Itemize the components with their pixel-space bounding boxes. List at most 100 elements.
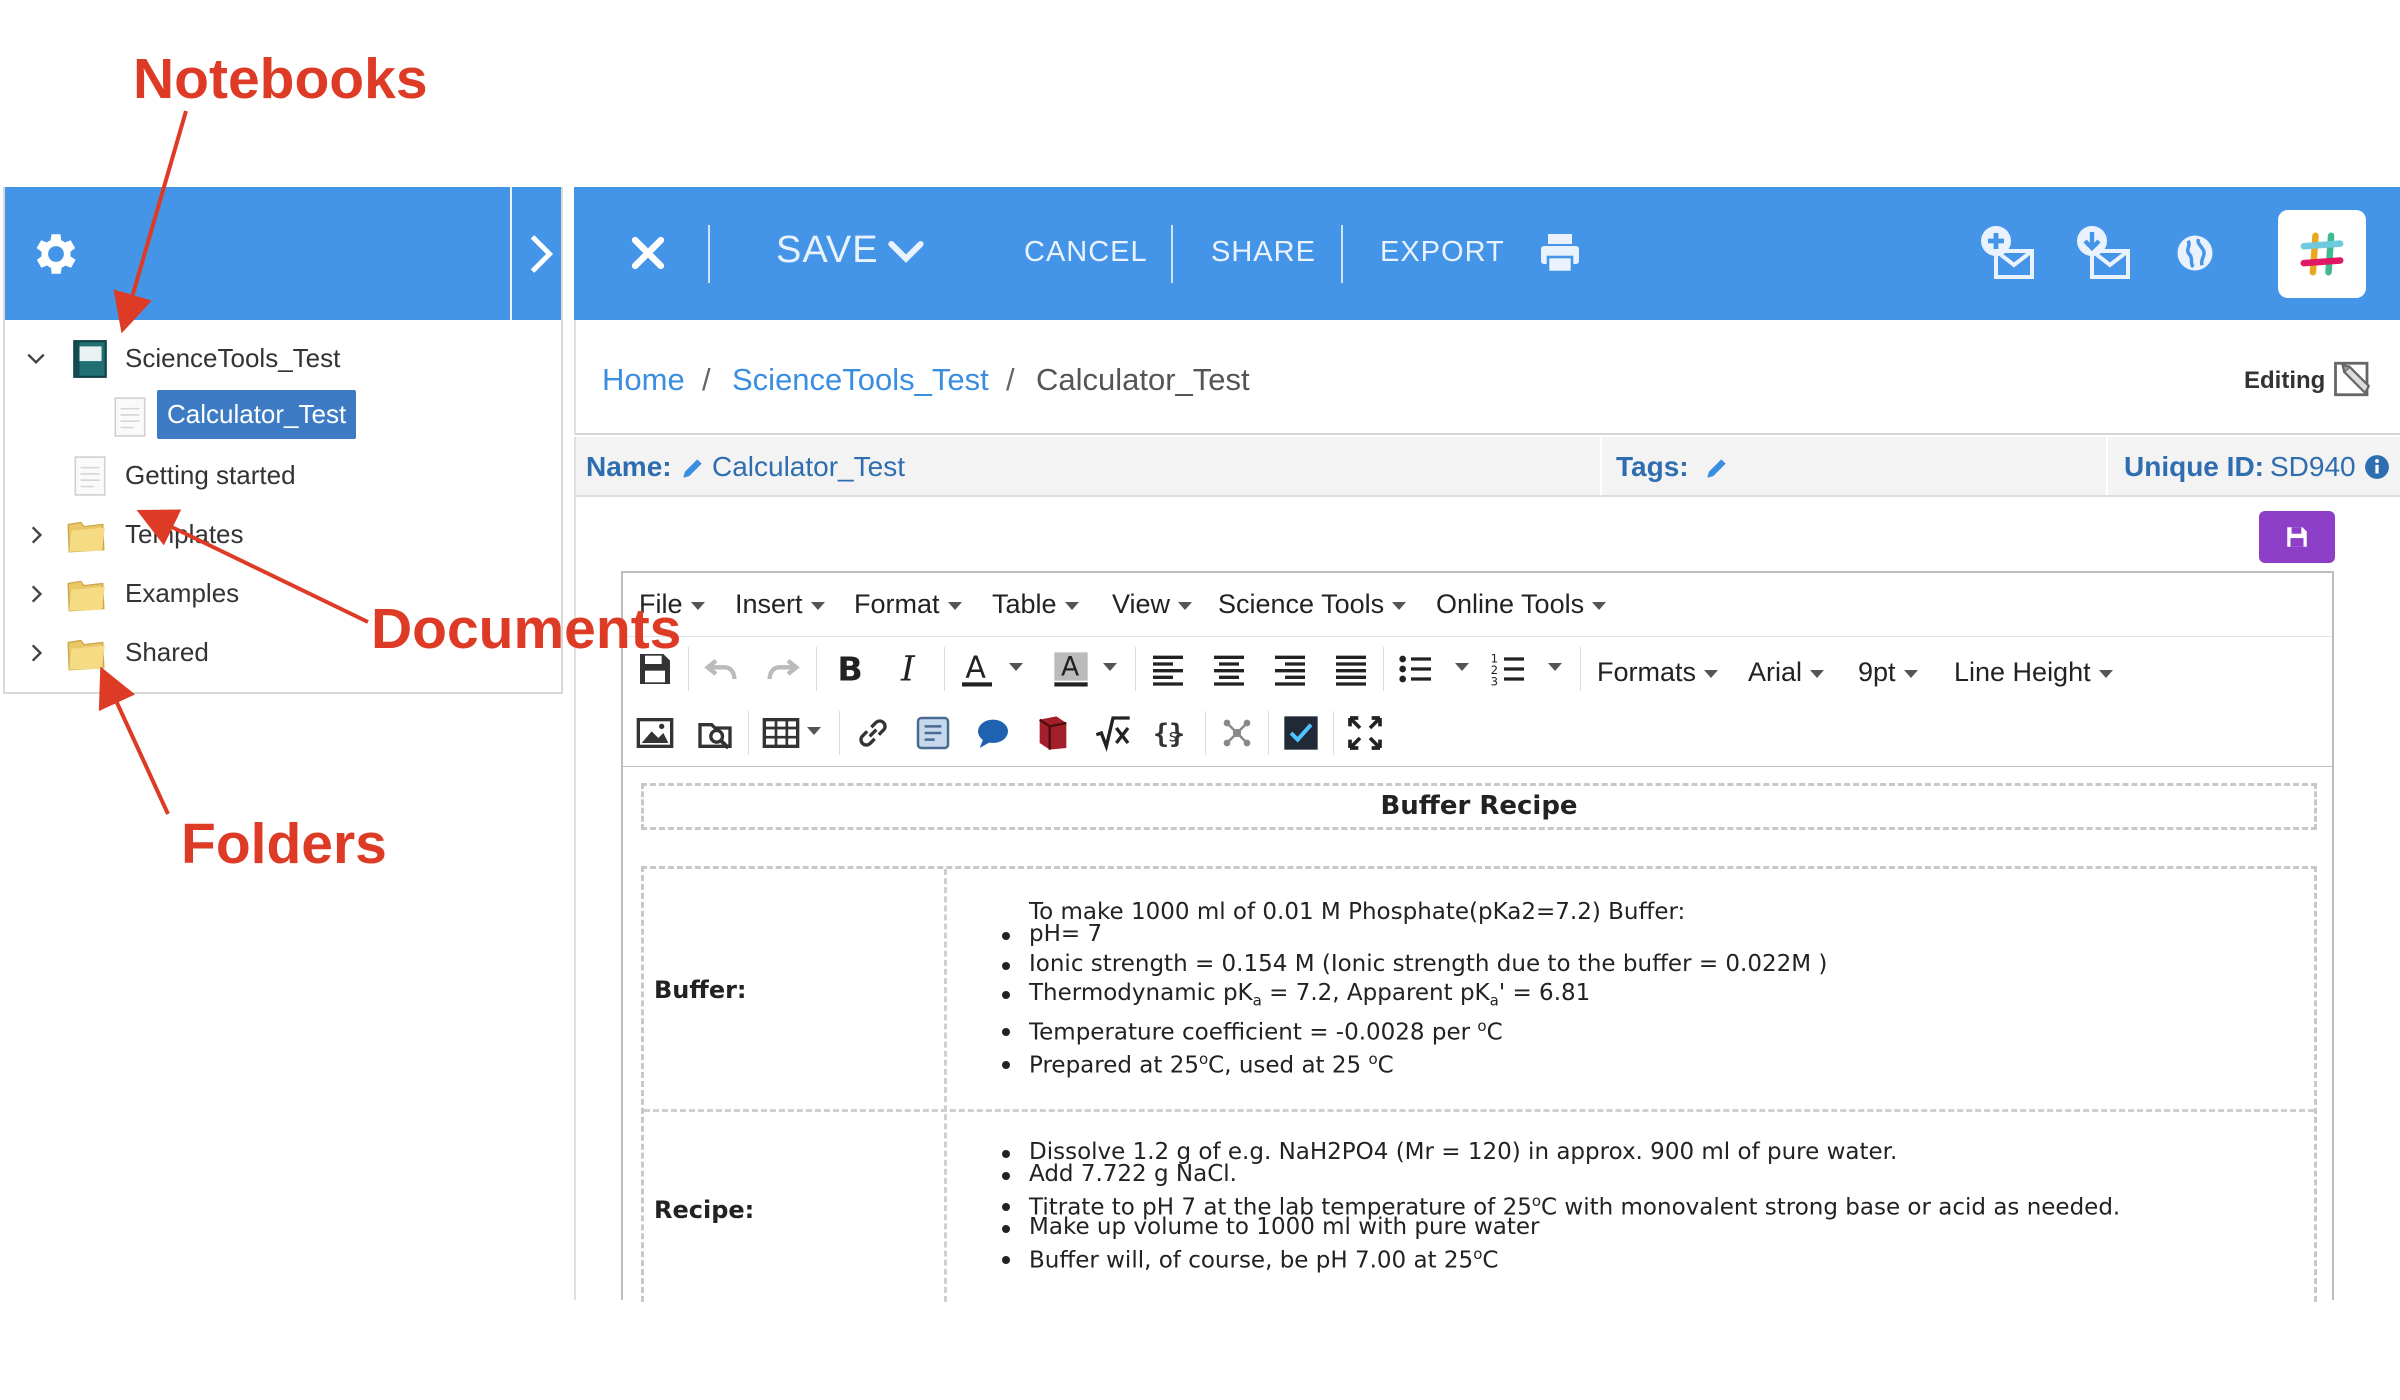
align-left-icon[interactable] <box>1148 649 1188 689</box>
font-family-dropdown[interactable]: Arial <box>1748 657 1825 688</box>
tree-item-templates[interactable]: Templates <box>5 506 561 564</box>
gear-icon[interactable] <box>29 227 83 281</box>
toolbar-divider <box>1341 225 1343 283</box>
info-icon[interactable] <box>2364 454 2390 480</box>
align-center-icon[interactable] <box>1209 649 1249 689</box>
bullet-list-dropdown[interactable] <box>1455 663 1469 671</box>
svg-text:s: s <box>1168 726 1178 745</box>
list-item: Thermodynamic pKa = 7.2, Apparent pKa' =… <box>1001 980 1590 1010</box>
breadcrumb-home[interactable]: Home <box>602 362 685 398</box>
molecule-icon[interactable] <box>1217 713 1257 753</box>
numbered-list-dropdown[interactable] <box>1548 663 1562 671</box>
download-mail-icon[interactable] <box>2072 223 2132 283</box>
svg-text:3: 3 <box>1491 675 1498 689</box>
menu-table[interactable]: Table <box>992 589 1079 620</box>
redo-icon[interactable] <box>763 649 803 689</box>
table-dropdown[interactable] <box>807 727 821 735</box>
superscript: o <box>1531 1192 1542 1210</box>
image-icon[interactable] <box>635 713 675 753</box>
unique-id-label: Unique ID: <box>2124 451 2264 482</box>
chevron-down-icon[interactable] <box>886 237 926 267</box>
bullet-text: C with monovalent strong base or acid as… <box>1541 1194 2121 1221</box>
comment-icon[interactable] <box>973 713 1013 753</box>
tree-item-sciencetools-test[interactable]: ScienceTools_Test <box>5 330 561 388</box>
toolbar-separator <box>1333 711 1334 755</box>
equation-icon[interactable] <box>1093 713 1133 753</box>
chevron-right-icon[interactable] <box>25 524 47 546</box>
folder-icon <box>67 521 105 553</box>
tree-item-calculator-test[interactable]: Calculator_Test <box>5 388 561 446</box>
save-button[interactable]: SAVE <box>776 229 879 272</box>
table-icon[interactable] <box>761 713 801 753</box>
text-color-icon[interactable]: A <box>957 649 997 689</box>
book-reference-icon[interactable] <box>1033 713 1073 753</box>
background-color-icon[interactable]: A <box>1051 649 1091 689</box>
menu-insert[interactable]: Insert <box>735 589 825 620</box>
edit-mode-icon[interactable] <box>2332 358 2374 400</box>
slack-button[interactable] <box>2278 210 2366 298</box>
undo-icon[interactable] <box>701 649 741 689</box>
menu-format[interactable]: Format <box>854 589 962 620</box>
tree-item-label: Examples <box>125 578 240 608</box>
document-icon <box>114 397 146 437</box>
list-item: Prepared at 25oC, used at 25 oC <box>1002 1050 1394 1079</box>
svg-text:A: A <box>1061 652 1080 683</box>
align-right-icon[interactable] <box>1270 649 1310 689</box>
document-meta-bar: Name: Calculator_Test Tags: Unique ID: S… <box>574 437 2400 497</box>
print-icon[interactable] <box>1536 229 1584 277</box>
line-height-dropdown[interactable]: Line Height <box>1954 657 2113 688</box>
recipe-table[interactable]: Buffer: To make 1000 ml of 0.01 M Phosph… <box>641 866 2317 1302</box>
gallery-search-icon[interactable] <box>695 713 735 753</box>
tree-item-getting-started[interactable]: Getting started <box>5 447 561 505</box>
share-button[interactable]: SHARE <box>1211 236 1316 269</box>
globe-icon[interactable] <box>2174 232 2216 274</box>
numbered-list-icon[interactable]: 123 <box>1489 649 1529 689</box>
pencil-icon[interactable] <box>1704 455 1730 481</box>
subscript: a <box>1489 991 1499 1010</box>
checkbox-icon[interactable] <box>1281 713 1321 753</box>
breadcrumb-separator: / <box>702 362 711 397</box>
fullscreen-icon[interactable] <box>1345 713 1385 753</box>
document-content: File Insert Format Table View Science To… <box>574 497 2400 1302</box>
list-item: Temperature coefficient = -0.0028 per oC <box>1002 1017 1503 1046</box>
chevron-right-icon[interactable] <box>523 229 561 279</box>
chevron-right-icon[interactable] <box>25 642 47 664</box>
font-size-dropdown[interactable]: 9pt <box>1858 657 1918 688</box>
bullet-text: = 7.2, Apparent pK <box>1261 980 1490 1006</box>
export-button[interactable]: EXPORT <box>1380 236 1505 269</box>
code-snippet-icon[interactable]: {}s <box>1153 713 1193 753</box>
menu-online-tools[interactable]: Online Tools <box>1436 589 1607 620</box>
chevron-down-icon[interactable] <box>25 348 47 370</box>
buffer-label: Buffer: <box>654 976 747 1004</box>
document-title-cell[interactable]: Buffer Recipe <box>641 783 2317 830</box>
background-color-dropdown[interactable] <box>1103 663 1117 671</box>
document-name-field[interactable]: Calculator_Test <box>712 451 905 483</box>
toolbar-divider <box>708 225 710 283</box>
toolbar-separator <box>1268 711 1269 755</box>
toolbar-separator <box>1135 647 1136 691</box>
menu-view[interactable]: View <box>1112 589 1193 620</box>
bullet-list-icon[interactable] <box>1396 649 1436 689</box>
cancel-button[interactable]: CANCEL <box>1024 236 1148 269</box>
chevron-right-icon[interactable] <box>25 583 47 605</box>
italic-icon[interactable]: I <box>891 649 931 689</box>
link-icon[interactable] <box>853 713 893 753</box>
chem-structure-icon[interactable] <box>913 713 953 753</box>
text-color-dropdown[interactable] <box>1009 663 1023 671</box>
list-item: Ionic strength = 0.154 M (Ionic strength… <box>1001 951 1827 977</box>
breadcrumb-notebook[interactable]: ScienceTools_Test <box>732 362 989 398</box>
editor-toolbar-row-1: B I A A 123 Formats Arial 9pt Line Heigh… <box>623 637 2332 701</box>
annotation-documents: Documents <box>371 597 682 661</box>
bold-icon[interactable]: B <box>829 649 869 689</box>
breadcrumb-current: Calculator_Test <box>1036 362 1250 397</box>
pencil-icon[interactable] <box>680 455 706 481</box>
menu-science-tools[interactable]: Science Tools <box>1218 589 1407 620</box>
align-justify-icon[interactable] <box>1331 649 1371 689</box>
quick-save-button[interactable] <box>2259 511 2335 563</box>
sidebar-header <box>5 187 561 320</box>
formats-dropdown[interactable]: Formats <box>1597 657 1719 688</box>
tree-item-label: Getting started <box>125 460 296 490</box>
add-mail-icon[interactable] <box>1976 223 2036 283</box>
toolbar-separator <box>1383 647 1384 691</box>
close-icon[interactable] <box>626 231 670 275</box>
